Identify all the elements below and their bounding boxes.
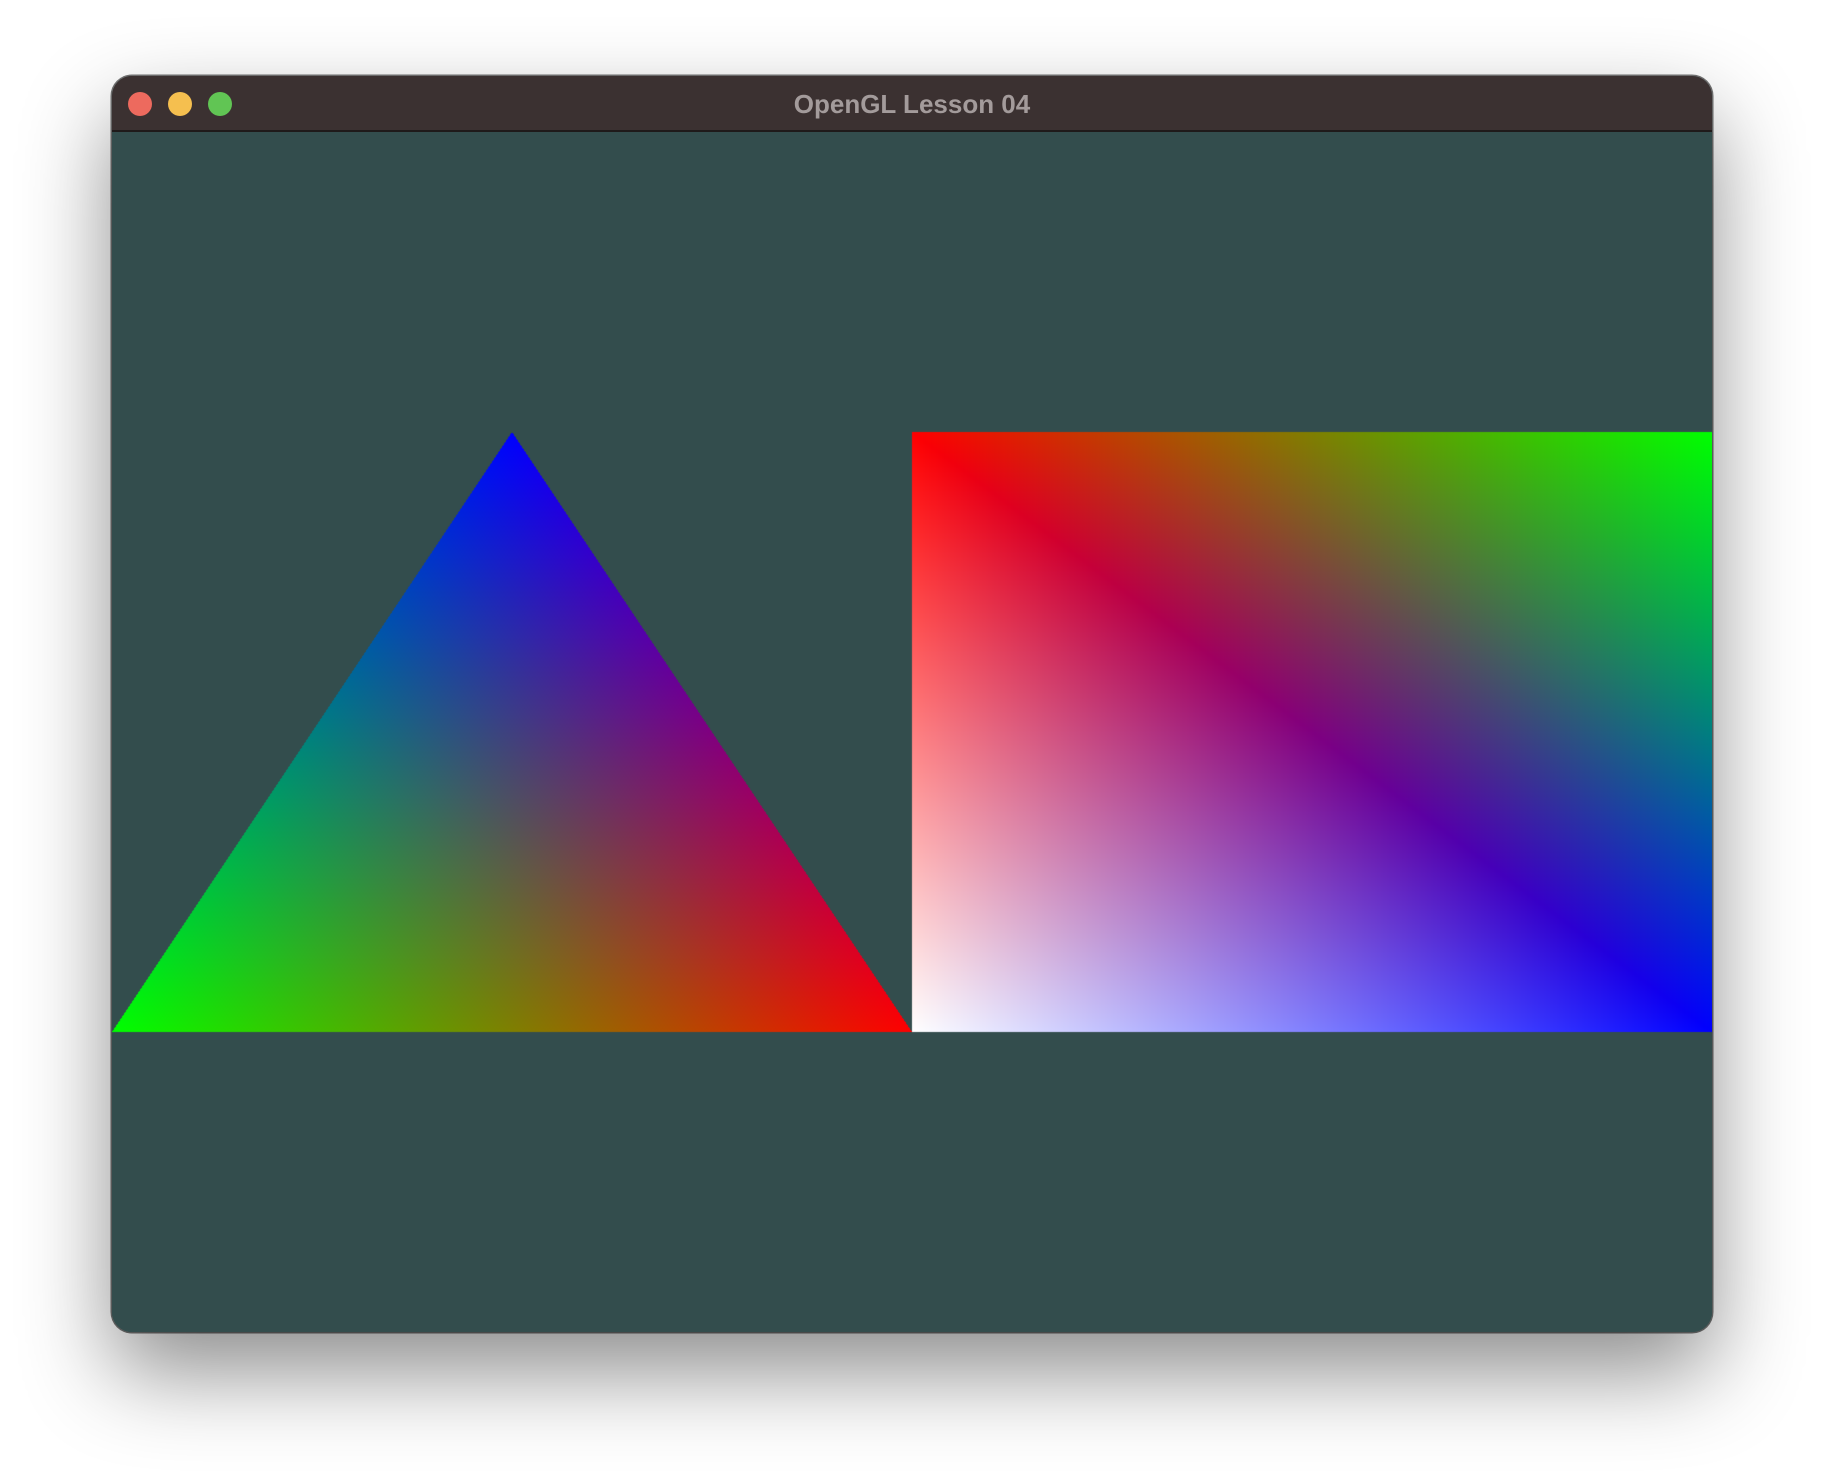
app-window: OpenGL Lesson 04 — [112, 76, 1712, 1332]
color-triangle — [112, 432, 912, 1032]
gl-viewport — [112, 132, 1712, 1332]
window-title: OpenGL Lesson 04 — [793, 89, 1031, 119]
title-bar[interactable]: OpenGL Lesson 04 — [112, 76, 1712, 132]
color-rectangle — [912, 432, 1712, 1032]
scene-outlines — [112, 132, 1712, 1332]
